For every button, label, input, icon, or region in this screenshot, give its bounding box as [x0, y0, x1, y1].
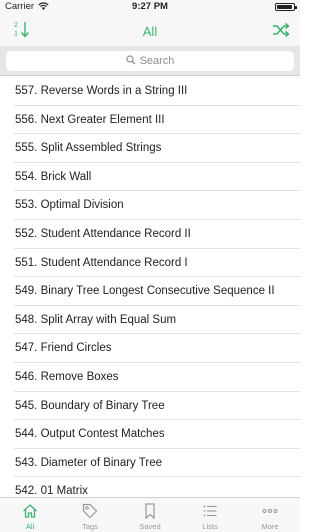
- tab-label: Saved: [139, 522, 161, 531]
- list-item[interactable]: 548. Split Array with Equal Sum: [14, 306, 300, 335]
- list-item[interactable]: 546. Remove Boxes: [14, 363, 300, 392]
- status-time: 9:27 PM: [132, 1, 168, 12]
- problem-title: 547. Friend Circles: [15, 342, 112, 355]
- problem-title: 551. Student Attendance Record I: [15, 256, 188, 269]
- tab-label: Lists: [202, 522, 218, 531]
- problem-title: 544. Output Contest Matches: [15, 428, 165, 441]
- tab-more[interactable]: More: [240, 498, 300, 532]
- home-icon: [23, 504, 37, 518]
- tab-label: All: [25, 522, 35, 531]
- tab-all[interactable]: All: [0, 498, 60, 532]
- problem-title: 557. Reverse Words in a String III: [15, 85, 188, 97]
- tag-icon: [82, 503, 98, 519]
- list-item[interactable]: 557. Reverse Words in a String III: [14, 77, 300, 106]
- status-bar: Carrier 9:27 PM: [0, 0, 300, 14]
- search-icon: [125, 55, 136, 65]
- tab-bar: All Tags Saved Lists More: [0, 497, 300, 532]
- tab-lists[interactable]: Lists: [180, 498, 240, 532]
- list-item[interactable]: 545. Boundary of Binary Tree: [14, 392, 300, 421]
- list-item[interactable]: 551. Student Attendance Record I: [14, 249, 300, 278]
- problem-title: 542. 01 Matrix: [15, 485, 88, 497]
- sort-label-bottom: 1: [14, 31, 18, 38]
- problem-title: 548. Split Array with Equal Sum: [15, 313, 177, 326]
- problem-title: 556. Next Greater Element III: [15, 113, 165, 126]
- page-title: All: [142, 24, 158, 39]
- list-item[interactable]: 542. 01 Matrix: [14, 477, 300, 497]
- tab-label: Tags: [82, 522, 98, 531]
- bookmark-icon: [145, 503, 155, 520]
- list-item[interactable]: 543. Diameter of Binary Tree: [14, 449, 300, 478]
- list-item[interactable]: 555. Split Assembled Strings: [14, 134, 300, 163]
- list-item[interactable]: 544. Output Contest Matches: [14, 420, 300, 449]
- list-item[interactable]: 554. Brick Wall: [14, 163, 300, 192]
- shuffle-button[interactable]: [270, 19, 292, 41]
- problem-title: 553. Optimal Division: [15, 199, 124, 212]
- sort-order-icon: 2 1: [14, 22, 30, 38]
- problem-title: 543. Diameter of Binary Tree: [15, 456, 163, 469]
- list-item[interactable]: 553. Optimal Division: [14, 191, 300, 220]
- problem-title: 552. Student Attendance Record II: [15, 227, 191, 240]
- search-placeholder: Search: [139, 55, 175, 67]
- list-item[interactable]: 556. Next Greater Element III: [14, 106, 300, 135]
- problem-title: 554. Brick Wall: [15, 170, 92, 183]
- problem-title: 546. Remove Boxes: [15, 370, 119, 383]
- sort-button[interactable]: 2 1: [10, 18, 34, 42]
- list-item[interactable]: 549. Binary Tree Longest Consecutive Seq…: [14, 277, 300, 306]
- problem-list: 557. Reverse Words in a String III 556. …: [0, 77, 300, 497]
- tab-tags[interactable]: Tags: [60, 498, 120, 532]
- list-item[interactable]: 552. Student Attendance Record II: [14, 220, 300, 249]
- search-input[interactable]: Search: [6, 51, 294, 71]
- shuffle-icon: [273, 22, 290, 38]
- sort-label-top: 2: [14, 22, 18, 29]
- problem-title: 545. Boundary of Binary Tree: [15, 399, 165, 412]
- problem-title: 549. Binary Tree Longest Consecutive Seq…: [15, 285, 275, 298]
- battery-icon: [275, 3, 297, 11]
- more-icon: [262, 509, 278, 513]
- tab-label: More: [261, 522, 279, 531]
- list-item[interactable]: 547. Friend Circles: [14, 334, 300, 363]
- navigation-bar: 2 1 All: [0, 14, 300, 46]
- problem-title: 555. Split Assembled Strings: [15, 142, 162, 155]
- search-bar: Search: [0, 46, 300, 76]
- list-icon: [203, 505, 217, 517]
- tab-saved[interactable]: Saved: [120, 498, 180, 532]
